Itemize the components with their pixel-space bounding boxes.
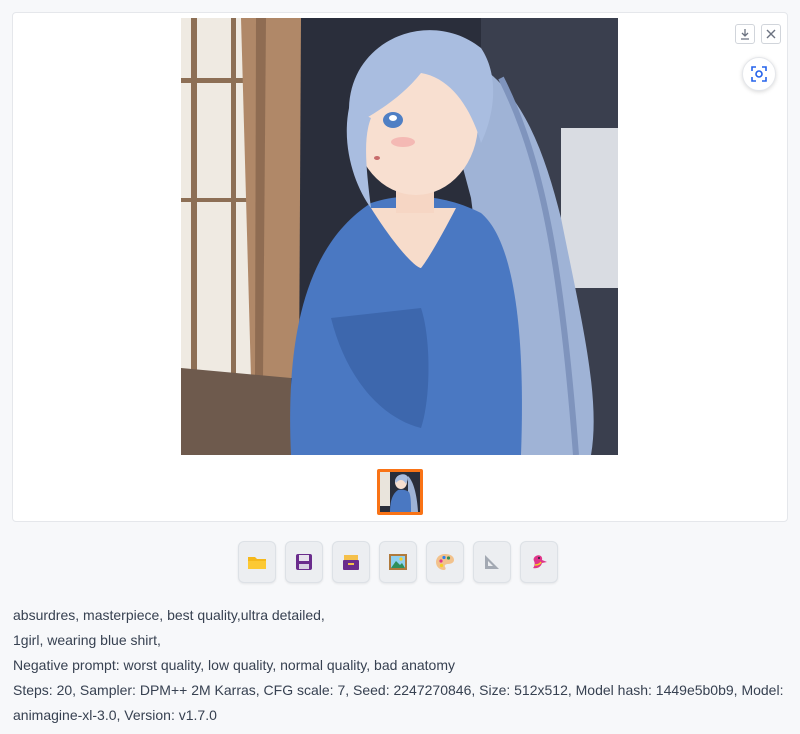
zip-button[interactable]	[332, 541, 370, 583]
open-folder-button[interactable]	[238, 541, 276, 583]
download-icon	[741, 29, 749, 40]
generation-info: absurdres, masterpiece, best quality,ult…	[13, 603, 793, 728]
download-button[interactable]	[735, 24, 755, 44]
fullscreen-icon	[751, 66, 767, 82]
bird-icon	[533, 555, 547, 569]
image-actions-toolbar	[238, 541, 558, 583]
positive-prompt-line-1: absurdres, masterpiece, best quality,ult…	[13, 607, 325, 623]
positive-prompt-line-2: 1girl, wearing blue shirt,	[13, 632, 161, 648]
extra-tool-button[interactable]	[520, 541, 558, 583]
generation-params-line: Steps: 20, Sampler: DPM++ 2M Karras, CFG…	[13, 682, 784, 698]
folder-icon	[248, 557, 266, 569]
floppy-disk-icon	[296, 554, 312, 570]
send-to-inpaint-button[interactable]	[426, 541, 464, 583]
image-gallery	[12, 12, 788, 522]
negative-prompt-line: Negative prompt: worst quality, low qual…	[13, 657, 455, 673]
save-button[interactable]	[285, 541, 323, 583]
artist-palette-icon	[436, 554, 454, 570]
triangular-ruler-icon	[485, 555, 499, 569]
card-file-box-icon	[343, 555, 359, 570]
generation-params-line-2: animagine-xl-3.0, Version: v1.7.0	[13, 707, 217, 723]
gallery-thumbnail[interactable]	[377, 469, 423, 515]
generated-image[interactable]	[181, 18, 618, 455]
close-button[interactable]	[761, 24, 781, 44]
close-icon	[766, 29, 776, 39]
send-to-extras-button[interactable]	[473, 541, 511, 583]
fullscreen-button[interactable]	[742, 57, 776, 91]
framed-picture-icon	[389, 554, 407, 570]
txt2img-results-area: absurdres, masterpiece, best quality,ult…	[0, 0, 800, 734]
send-to-img2img-button[interactable]	[379, 541, 417, 583]
